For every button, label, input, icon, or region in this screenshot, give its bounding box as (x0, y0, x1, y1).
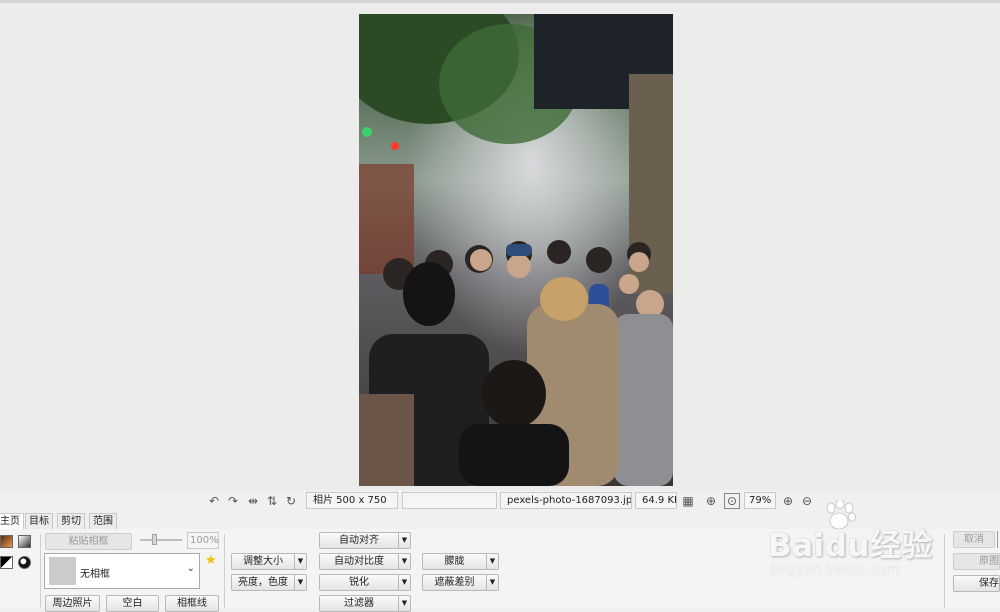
auto-align-dropdown[interactable]: ▼ (399, 532, 411, 549)
blank-button[interactable]: 空白 (106, 595, 159, 612)
auto-align-button[interactable]: 自动对齐 (319, 532, 399, 549)
opacity-value[interactable]: 100% (187, 532, 219, 549)
original-button[interactable]: 原图 (953, 553, 1000, 570)
ribbon-separator (40, 534, 41, 608)
image-canvas[interactable] (0, 0, 1000, 490)
edge-photo-button[interactable]: 周边照片 (45, 595, 100, 612)
sharpen-button[interactable]: 锐化 (319, 574, 399, 591)
filter-button[interactable]: 过滤器 (319, 595, 399, 612)
baidu-watermark: Baidu经验 jingyan.baidu.com (766, 500, 946, 590)
frame-swatch (49, 557, 76, 585)
tab-target[interactable]: 目标 (25, 513, 53, 529)
star-icon[interactable]: ★ (205, 553, 217, 568)
brightness-dropdown[interactable]: ▼ (295, 574, 307, 591)
file-name: pexels-photo-1687093.jpg (500, 492, 632, 509)
zoom-fit-icon[interactable]: ⊕ (703, 493, 719, 509)
image-dimensions: 相片 500 x 750 (306, 492, 398, 509)
sharpen-dropdown[interactable]: ▼ (399, 574, 411, 591)
save-button[interactable]: 保存 (953, 575, 1000, 592)
flip-horizontal-icon[interactable]: ⇹ (245, 493, 261, 509)
mask-diff-button[interactable]: 遮蔽差别 (422, 574, 487, 591)
opacity-slider-track[interactable] (140, 539, 182, 541)
frame-select[interactable]: 无相框 ⌄ (44, 553, 200, 589)
undo-icon[interactable]: ↶ (206, 493, 222, 509)
chevron-down-icon: ⌄ (186, 563, 195, 574)
resize-dropdown[interactable]: ▼ (295, 553, 307, 570)
filter-dropdown[interactable]: ▼ (399, 595, 411, 612)
auto-contrast-dropdown[interactable]: ▼ (399, 553, 411, 570)
flip-vertical-icon[interactable]: ⇅ (264, 493, 280, 509)
resize-button[interactable]: 调整大小 (231, 553, 295, 570)
ribbon-separator (224, 534, 225, 608)
opacity-slider-thumb[interactable] (152, 534, 157, 545)
mask-diff-dropdown[interactable]: ▼ (487, 574, 499, 591)
crowd-photo (359, 14, 673, 486)
black-white-icon[interactable] (0, 556, 13, 569)
auto-contrast-button[interactable]: 自动对比度 (319, 553, 399, 570)
watermark-brand: Baidu经验 (768, 528, 933, 564)
tab-home[interactable]: 主页 (0, 513, 24, 530)
grid-icon[interactable]: ▦ (680, 493, 696, 509)
cancel-button[interactable]: 取消 (953, 531, 995, 548)
paste-frame-button[interactable]: 粘贴相框 (45, 533, 132, 550)
haze-dropdown[interactable]: ▼ (487, 553, 499, 570)
tab-range[interactable]: 范围 (89, 513, 117, 529)
gradient-icon[interactable] (18, 535, 31, 548)
photo-preview[interactable] (359, 14, 673, 486)
status-empty-field (402, 492, 497, 509)
redo-icon[interactable]: ↷ (225, 493, 241, 509)
watermark-url: jingyan.baidu.com (770, 562, 900, 578)
frame-line-button[interactable]: 相框线 (165, 595, 219, 612)
mask-icon[interactable] (18, 556, 31, 569)
zoom-actual-icon[interactable]: ⊙ (724, 493, 740, 509)
haze-button[interactable]: 朦胧 (422, 553, 487, 570)
tab-crop[interactable]: 剪切 (57, 513, 85, 529)
color-tone-icon[interactable] (0, 535, 13, 548)
frame-select-label: 无相框 (80, 569, 110, 580)
rotate-icon[interactable]: ↻ (283, 493, 299, 509)
brightness-button[interactable]: 亮度，色度 (231, 574, 295, 591)
file-size: 64.9 KB (635, 492, 677, 509)
